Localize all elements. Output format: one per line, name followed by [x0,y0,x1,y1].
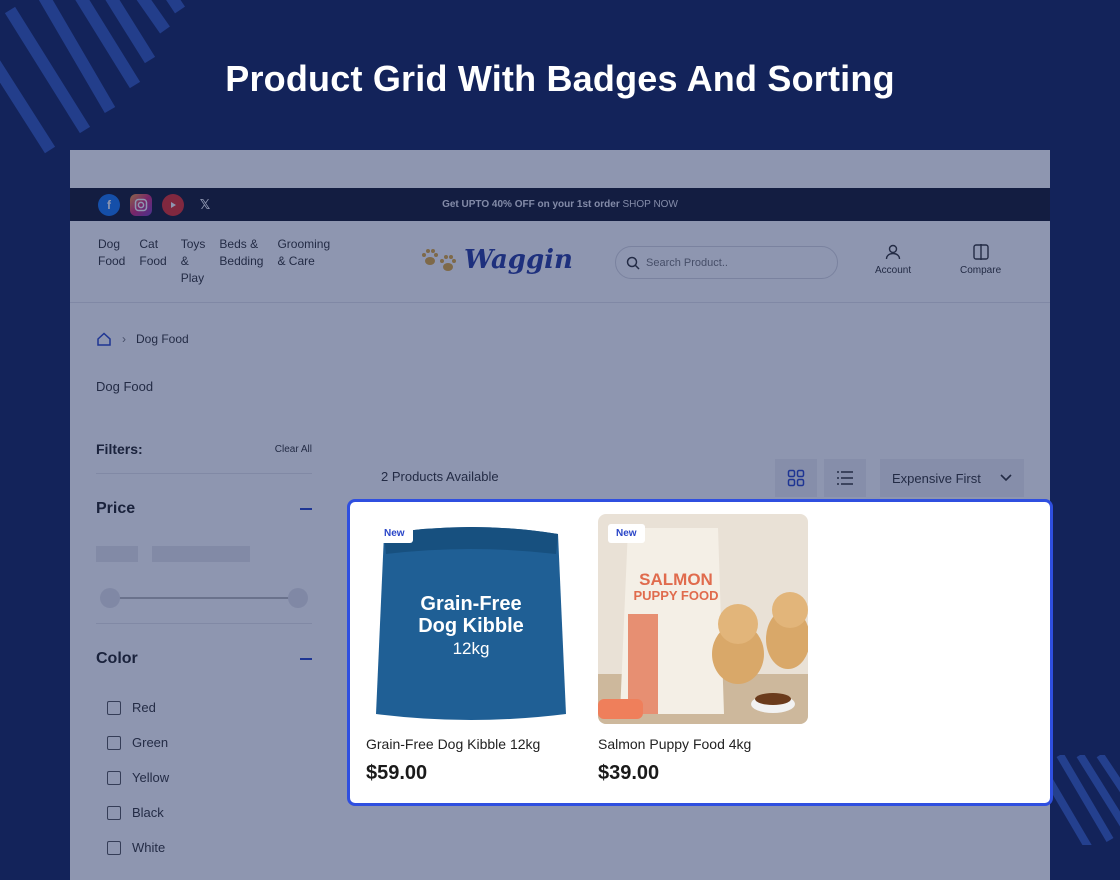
nav-item-cat-food[interactable]: Cat Food [139,236,166,287]
paw-icon [422,249,456,271]
product-card[interactable]: SALMON PUPPY FOOD New Salmon Puppy Food … [598,514,808,785]
collapse-icon[interactable] [300,658,312,660]
product-grid: Grain-Free Dog Kibble 12kg New Grain-Fre… [347,499,1053,806]
color-filter-header[interactable]: Color [96,624,312,668]
list-icon [837,471,853,485]
sort-value: Expensive First [892,470,981,486]
svg-text:SALMON: SALMON [639,570,713,589]
product-image[interactable]: Grain-Free Dog Kibble 12kg New [366,514,576,724]
svg-text:Grain-Free: Grain-Free [420,593,521,615]
checkbox[interactable] [107,805,121,820]
product-name[interactable]: Salmon Puppy Food 4kg [598,736,808,752]
user-icon [885,244,901,260]
price-inputs [96,546,312,562]
account-button[interactable]: Account [875,243,911,276]
compare-icon [972,244,989,260]
decorative-stripes-bottom [1050,755,1120,845]
product-count: 2 Products Available [381,469,499,484]
price-filter-header[interactable]: Price [96,474,312,518]
logo-text: Waggin [464,245,573,275]
product-name[interactable]: Grain-Free Dog Kibble 12kg [366,736,576,752]
page-title: Dog Food [96,379,154,394]
chevron-right-icon: › [122,332,126,346]
shop-now-link[interactable]: SHOP NOW [623,199,678,210]
svg-text:PUPPY FOOD: PUPPY FOOD [633,588,718,603]
new-badge: New [608,524,645,543]
list-view-button[interactable] [824,459,866,497]
promo-bar: f 𝕏 Get UPTO 40% OFF on your 1st order S… [70,188,1050,221]
category-nav: Dog Food Cat Food Toys & Play Beds & Bed… [70,236,330,287]
max-price-input[interactable] [152,546,250,562]
search-box[interactable] [615,246,838,279]
promo-text: Get UPTO 40% OFF on your 1st order SHOP … [442,199,678,210]
sort-dropdown[interactable]: Expensive First [880,459,1024,497]
color-option-green[interactable]: Green [96,725,312,760]
color-option-yellow[interactable]: Yellow [96,760,312,795]
svg-text:12kg: 12kg [453,639,490,658]
new-badge: New [376,524,413,543]
product-price: $59.00 [366,762,428,784]
color-option-white[interactable]: White [96,830,312,865]
color-option-black[interactable]: Black [96,795,312,830]
checkbox[interactable] [107,700,121,715]
nav-item-grooming-care[interactable]: Grooming & Care [277,236,330,287]
nav-item-toys-play[interactable]: Toys & Play [181,236,206,287]
color-option-red[interactable]: Red [96,690,312,725]
product-image[interactable]: SALMON PUPPY FOOD New [598,514,808,724]
filter-sidebar: Filters: Clear All Price Color Red Green… [96,441,312,865]
grid-view-button[interactable] [775,459,817,497]
chevron-down-icon [1000,474,1012,482]
breadcrumb-current: Dog Food [136,332,189,346]
product-price: $39.00 [598,762,660,784]
collapse-icon[interactable] [300,508,312,510]
product-card[interactable]: Grain-Free Dog Kibble 12kg New Grain-Fre… [366,514,576,785]
grid-icon [787,469,805,487]
main-nav: Dog Food Cat Food Toys & Play Beds & Bed… [70,221,1050,303]
compare-button[interactable]: Compare [960,243,1001,276]
color-options: Red Green Yellow Black White [96,690,312,865]
breadcrumb: › Dog Food [96,331,189,347]
checkbox[interactable] [107,735,121,750]
nav-item-beds-bedding[interactable]: Beds & Bedding [219,236,263,287]
min-price-input[interactable] [96,546,138,562]
checkbox[interactable] [107,840,121,855]
clear-all-button[interactable]: Clear All [275,444,312,455]
slider-max-handle[interactable] [288,588,308,608]
search-icon [626,256,640,270]
salmon-food-image: SALMON PUPPY FOOD [598,514,808,724]
nav-item-dog-food[interactable]: Dog Food [98,236,125,287]
svg-text:Dog Kibble: Dog Kibble [418,615,524,637]
filters-title: Filters: [96,441,143,457]
hero-title: Product Grid With Badges And Sorting [225,58,895,99]
search-input[interactable] [646,256,826,269]
price-slider[interactable] [96,588,312,608]
home-icon[interactable] [96,331,112,347]
logo[interactable]: Waggin [420,245,573,275]
checkbox[interactable] [107,770,121,785]
kibble-bag-image: Grain-Free Dog Kibble 12kg [366,514,576,724]
slider-min-handle[interactable] [100,588,120,608]
